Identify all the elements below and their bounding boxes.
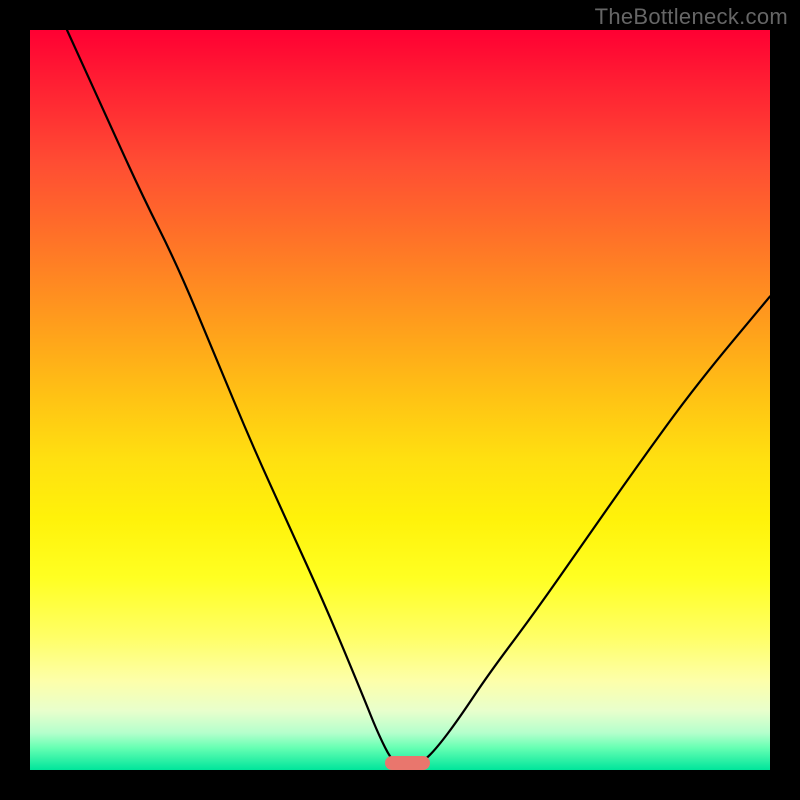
bottleneck-curve <box>67 30 770 768</box>
bottleneck-curve-svg <box>30 30 770 770</box>
watermark-text: TheBottleneck.com <box>595 4 788 30</box>
plot-area <box>30 30 770 770</box>
optimal-point-marker <box>385 756 429 770</box>
chart-frame: TheBottleneck.com <box>0 0 800 800</box>
